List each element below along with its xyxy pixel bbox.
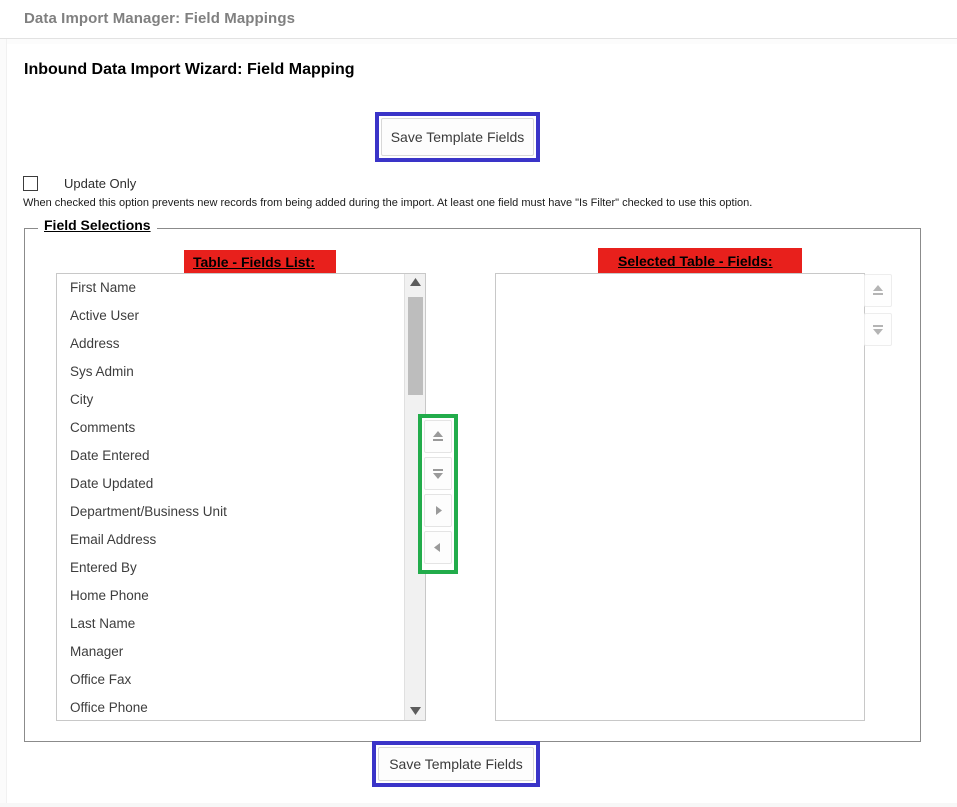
update-only-label[interactable]: Update Only	[64, 176, 136, 191]
update-only-checkbox[interactable]	[23, 176, 38, 191]
scroll-down-arrow-icon[interactable]	[405, 703, 426, 720]
list-item[interactable]: Department/Business Unit	[57, 498, 397, 526]
double-down-arrow-icon	[425, 467, 451, 480]
table-fields-list[interactable]: First Name Active User Address Sys Admin Cit…	[57, 274, 397, 720]
update-only-helper-text: When checked this option prevents new re…	[23, 197, 753, 209]
list-item[interactable]: Last Name	[57, 610, 397, 638]
double-up-arrow-icon	[865, 284, 891, 297]
selected-fields-listbox[interactable]	[495, 273, 865, 721]
reorder-move-up-button[interactable]	[864, 274, 892, 307]
app-title-bar: Data Import Manager: Field Mappings	[0, 0, 957, 39]
required-asterisk: *	[607, 250, 612, 262]
list-item[interactable]: Office Phone	[57, 694, 397, 720]
field-selections-legend: Field Selections	[38, 217, 157, 233]
move-to-bottom-button[interactable]	[424, 457, 452, 490]
list-item[interactable]: Date Updated	[57, 470, 397, 498]
move-right-button[interactable]	[424, 494, 452, 527]
list-item[interactable]: Sys Admin	[57, 358, 397, 386]
save-template-fields-button-top[interactable]: Save Template Fields	[381, 118, 534, 156]
page-root: Data Import Manager: Field Mappings Inbo…	[0, 0, 957, 807]
list-item[interactable]: Active User	[57, 302, 397, 330]
list-item[interactable]: Address	[57, 330, 397, 358]
content-top-shade	[7, 39, 957, 44]
move-to-top-button[interactable]	[424, 420, 452, 453]
app-title: Data Import Manager: Field Mappings	[24, 10, 296, 27]
left-arrow-icon	[425, 541, 451, 554]
list-item[interactable]: Manager	[57, 638, 397, 666]
list-item[interactable]: Home Phone	[57, 582, 397, 610]
list-item[interactable]: Email Address	[57, 526, 397, 554]
scroll-up-arrow-icon[interactable]	[405, 274, 426, 291]
double-down-arrow-icon	[865, 323, 891, 336]
right-arrow-icon	[425, 504, 451, 517]
list-item[interactable]: First Name	[57, 274, 397, 302]
double-up-arrow-icon	[425, 430, 451, 443]
move-left-button[interactable]	[424, 531, 452, 564]
list-item[interactable]: Office Fax	[57, 666, 397, 694]
list-item[interactable]: City	[57, 386, 397, 414]
list-item[interactable]: Comments	[57, 414, 397, 442]
page-title: Inbound Data Import Wizard: Field Mappin…	[24, 61, 355, 78]
reorder-move-down-button[interactable]	[864, 313, 892, 346]
table-fields-listbox[interactable]: First Name Active User Address Sys Admin Cit…	[56, 273, 426, 721]
scrollbar-thumb[interactable]	[408, 297, 423, 395]
left-margin-strip	[0, 0, 7, 807]
list-item[interactable]: Entered By	[57, 554, 397, 582]
save-template-fields-button-bottom[interactable]: Save Template Fields	[378, 747, 534, 781]
left-list-caption: Table - Fields List:	[193, 254, 315, 270]
right-list-caption: Selected Table - Fields:	[618, 253, 773, 269]
list-item[interactable]: Date Entered	[57, 442, 397, 470]
page-bottom-shade	[0, 803, 957, 807]
